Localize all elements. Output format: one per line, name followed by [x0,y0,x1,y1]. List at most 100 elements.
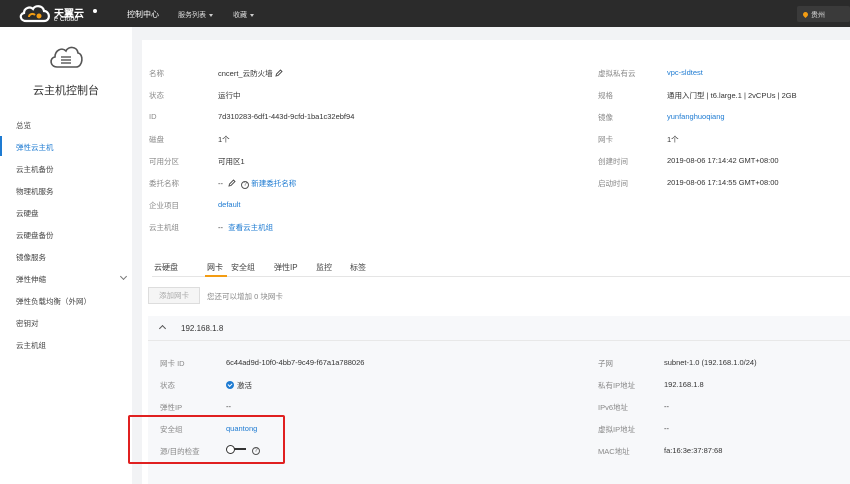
detail-value-nic: 1个 [667,135,679,144]
region-selector[interactable]: 贵州 [797,6,850,22]
nic-value-status: 激活 [226,380,252,391]
chevron-down-icon [119,272,128,281]
tianyi-cloud-logo[interactable]: 天翼云 e Cloud [18,3,88,25]
agency-value: -- [218,179,223,188]
sidebar-item-server-backup[interactable]: 云主机备份 [0,158,132,178]
nav-favorites[interactable]: 收藏 [233,10,254,20]
nic-value-src-dst-check: ? [226,445,260,455]
nic-card-header[interactable]: 192.168.1.8 [148,316,850,341]
detail-label-image: 镜像 [598,113,613,122]
nic-label-status: 状态 [160,381,175,390]
detail-label-name: 名称 [149,69,164,78]
detail-tabs: 云硬盘 网卡 安全组 弹性IP 监控 标签 [152,257,850,277]
create-agency-link[interactable]: 新建委托名称 [251,179,296,188]
detail-label-flavor: 规格 [598,91,613,100]
sidebar-item-auto-scaling[interactable]: 弹性伸缩 [0,268,132,288]
server-name: cncert_云防火墙 [218,69,273,78]
image-link[interactable]: yunfanghuoqiang [667,112,725,121]
detail-value-server-group: -- 查看云主机组 [218,222,273,233]
edit-pencil-icon[interactable] [228,179,236,187]
detail-value-started: 2019-08-06 17:14:55 GMT+08:00 [667,178,779,187]
sidebar-item-load-balancer[interactable]: 弹性负载均衡（外网） [0,290,132,310]
nic-value-ipv6: -- [664,402,669,411]
enterprise-project-link[interactable]: default [218,200,241,209]
nic-label-id: 网卡 ID [160,359,185,368]
nic-label-subnet: 子网 [598,359,613,368]
caret-down-icon [250,13,254,17]
detail-label-status: 状态 [149,91,164,100]
detail-label-zone: 可用分区 [149,157,179,166]
nic-label-virtual-ip: 虚拟IP地址 [598,425,636,434]
detail-value-id: 7d310283-6df1-443d-9cfd-1ba1c32ebf94 [218,112,355,121]
nic-value-eip: -- [226,402,231,411]
nic-label-private-ip: 私有IP地址 [598,381,636,390]
sidebar-item-server-group[interactable]: 云主机组 [0,334,132,354]
nav-console[interactable]: 控制中心 [127,9,159,20]
detail-value-flavor: 通用入门型 | t6.large.1 | 2vCPUs | 2GB [667,91,797,100]
detail-label-created: 创建时间 [598,157,628,166]
location-pin-icon [801,10,810,19]
nav-services-label: 服务列表 [178,12,206,19]
nav-favorites-label: 收藏 [233,12,247,19]
sidebar-title: 云主机控制台 [33,85,99,97]
nic-label-security-group: 安全组 [160,425,183,434]
nic-value-private-ip: 192.168.1.8 [664,380,704,389]
tab-cloud-disk[interactable]: 云硬盘 [154,262,178,273]
detail-value-status: 运行中 [218,91,241,100]
nic-card-ip: 192.168.1.8 [181,324,224,333]
tab-tags[interactable]: 标签 [350,262,366,273]
logo-dot [93,9,97,13]
nic-value-virtual-ip: -- [664,424,669,433]
sidebar-item-cloud-disk[interactable]: 云硬盘 [0,202,132,222]
sidebar-item-physical-machine[interactable]: 物理机服务 [0,180,132,200]
server-group-value: -- [218,223,223,232]
tab-security-group[interactable]: 安全组 [231,262,255,273]
tab-elastic-ip[interactable]: 弹性IP [274,262,298,273]
help-icon[interactable]: ? [241,181,250,189]
tab-monitoring[interactable]: 监控 [316,262,332,273]
add-nic-button[interactable]: 添加网卡 [148,287,200,304]
sidebar-item-overview[interactable]: 总览 [0,114,132,134]
tab-nic[interactable]: 网卡 [207,262,223,273]
detail-value-created: 2019-08-06 17:14:42 GMT+08:00 [667,156,779,165]
add-nic-hint: 您还可以增加 0 块网卡 [207,292,283,301]
active-status-icon [226,381,234,389]
src-dst-check-toggle[interactable] [226,445,246,454]
detail-label-nic: 网卡 [598,135,613,144]
help-icon[interactable]: ? [252,447,260,455]
nic-label-mac: MAC地址 [598,447,630,456]
sidebar-item-image-service[interactable]: 镜像服务 [0,246,132,266]
sidebar-item-key-pair[interactable]: 密钥对 [0,312,132,332]
detail-label-enterprise-project: 企业项目 [149,201,179,210]
chevron-up-icon[interactable] [158,324,167,333]
sidebar-item-disk-backup[interactable]: 云硬盘备份 [0,224,132,244]
nav-services[interactable]: 服务列表 [178,10,213,20]
caret-down-icon [209,13,213,17]
vpc-link[interactable]: vpc-sldtest [667,68,703,77]
top-navigation-bar: 天翼云 e Cloud 控制中心 服务列表 收藏 贵州 [0,0,850,27]
detail-label-id: ID [149,112,157,121]
detail-label-vpc: 虚拟私有云 [598,69,636,78]
nic-label-src-dst-check: 源/目的检查 [160,447,200,456]
nic-value-mac: fa:16:3e:37:87:68 [664,446,723,455]
detail-value-zone: 可用区1 [218,157,245,166]
nic-card: 192.168.1.8 网卡 ID 6c44ad9d-10f0-4bb7-9c4… [148,316,850,484]
nic-label-eip: 弹性IP [160,403,183,412]
detail-label-started: 启动时间 [598,179,628,188]
nic-status-text: 激活 [237,381,252,390]
security-group-link[interactable]: quantong [226,424,257,433]
edit-pencil-icon[interactable] [275,69,283,77]
region-label: 贵州 [811,12,825,19]
server-detail-panel: 名称 cncert_云防火墙 状态 运行中 ID 7d310283-6df1-4… [142,40,850,484]
nic-label-ipv6: IPv6地址 [598,403,629,412]
cloud-server-icon [50,46,83,68]
detail-value-agency: -- ? 新建委托名称 [218,178,296,189]
sidebar-item-label: 弹性伸缩 [16,275,46,284]
toggle-knob [226,445,235,454]
sidebar-item-elastic-cloud-server[interactable]: 弹性云主机 [0,136,132,156]
detail-label-agency: 委托名称 [149,179,179,188]
nic-value-id: 6c44ad9d-10f0-4bb7-9c49-f67a1a788026 [226,358,365,367]
view-server-group-link[interactable]: 查看云主机组 [228,223,273,232]
logo-text-en: e Cloud [54,16,79,23]
detail-label-server-group: 云主机组 [149,223,179,232]
